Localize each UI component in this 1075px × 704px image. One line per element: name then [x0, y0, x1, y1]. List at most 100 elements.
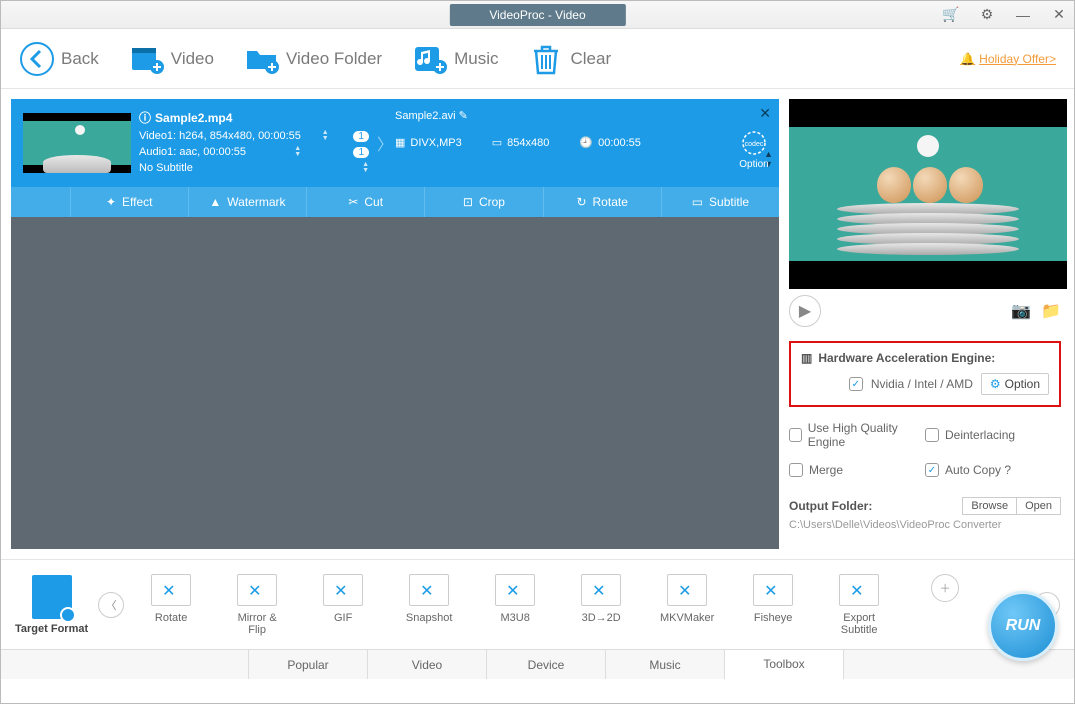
format-item-fisheye[interactable]: ✕Fisheye	[744, 574, 802, 636]
rotate-button[interactable]: ↻Rotate	[544, 187, 662, 217]
effect-button[interactable]: ✦Effect	[71, 187, 189, 217]
source-video-line: Video1: h264, 854x480, 00:00:55	[139, 130, 301, 142]
merge-checkbox[interactable]	[789, 463, 803, 477]
folder-icon	[244, 41, 280, 77]
subtitle-button[interactable]: ▭Subtitle	[662, 187, 779, 217]
subtitle-track-stepper[interactable]: ▲▼	[362, 162, 369, 174]
format-item-export-subtitle[interactable]: ✕Export Subtitle	[830, 574, 888, 636]
clip-actions-row: ✦Effect ▲Watermark ✂Cut ⊡Crop ↻Rotate ▭S…	[11, 187, 779, 217]
open-button[interactable]: Open	[1017, 497, 1061, 515]
output-path: C:\Users\Delle\Videos\VideoProc Converte…	[789, 519, 1061, 531]
holiday-offer-link[interactable]: 🔔 Holiday Offer>	[960, 52, 1056, 66]
clip-dest-info: Sample2.avi ✎ ▦ DIVX,MP3 ▭ 854x480 🕘 00:…	[395, 99, 729, 187]
chip-icon: ▥	[801, 351, 812, 365]
tab-music[interactable]: Music	[605, 650, 725, 679]
dest-codec: DIVX,MP3	[410, 137, 461, 149]
cut-button[interactable]: ✂Cut	[307, 187, 425, 217]
autocopy-checkbox[interactable]	[925, 463, 939, 477]
target-format-icon	[32, 575, 72, 619]
clear-button[interactable]: Clear	[528, 41, 611, 77]
preview-pane	[789, 99, 1067, 289]
output-folder-section: Output Folder: Browse Open C:\Users\Dell…	[789, 497, 1061, 531]
source-filename: Sample2.mp4	[155, 111, 232, 125]
add-music-button[interactable]: Music	[412, 41, 498, 77]
format-item-m3u8[interactable]: ✕M3U8	[486, 574, 544, 636]
audio-track-stepper[interactable]: ▲▼	[294, 146, 301, 158]
clear-label: Clear	[570, 49, 611, 69]
hardware-accel-box: ▥ Hardware Acceleration Engine: Nvidia / …	[789, 341, 1061, 407]
gear-icon: ⚙	[990, 377, 1001, 391]
tab-video[interactable]: Video	[367, 650, 487, 679]
clip-item[interactable]: ✕ ▲ ▼ ⓘ Sample2.mp4 Video1: h264, 854x48…	[11, 99, 779, 217]
scroll-left-button[interactable]: 〈	[98, 592, 124, 618]
format-item-3d-2d[interactable]: ✕3D→2D	[572, 574, 630, 636]
format-category-tabs: PopularVideoDeviceMusicToolbox	[1, 649, 1074, 679]
merge-label: Merge	[809, 463, 843, 477]
svg-text:codec: codec	[745, 141, 764, 148]
scissors-icon: ✂	[348, 195, 358, 209]
watermark-button[interactable]: ▲Watermark	[189, 187, 307, 217]
format-item-rotate[interactable]: ✕Rotate	[142, 574, 200, 636]
deinterlace-checkbox[interactable]	[925, 428, 939, 442]
video-track-stepper[interactable]: ▲▼	[322, 130, 329, 142]
hw-option-button[interactable]: ⚙Option	[981, 373, 1049, 395]
tab-toolbox[interactable]: Toolbox	[724, 650, 844, 680]
browse-button[interactable]: Browse	[962, 497, 1017, 515]
add-video-button[interactable]: Video	[129, 41, 214, 77]
format-item-mkvmaker[interactable]: ✕MKVMaker	[658, 574, 716, 636]
video-label: Video	[171, 49, 214, 69]
right-panel: ▶ 📷 📁 ▥ Hardware Acceleration Engine: Nvi…	[779, 89, 1069, 559]
dest-duration: 00:00:55	[598, 137, 641, 149]
minimize-button[interactable]: —	[1014, 6, 1032, 24]
video-folder-label: Video Folder	[286, 49, 382, 69]
format-item-snapshot[interactable]: ✕Snapshot	[400, 574, 458, 636]
clip-option-label: Option	[739, 159, 768, 170]
format-item-gif[interactable]: ✕GIF	[314, 574, 372, 636]
encode-options: Use High Quality Engine Deinterlacing Me…	[789, 421, 1061, 477]
rename-icon[interactable]: ✎	[459, 110, 468, 122]
window-title: VideoProc - Video	[449, 4, 625, 26]
arrow-icon: 〉	[375, 99, 395, 187]
back-button[interactable]: Back	[19, 41, 99, 77]
cc-icon: ▭	[692, 195, 703, 209]
target-format-button[interactable]: Target Format	[15, 575, 88, 635]
save-folder-icon[interactable]: 📁	[1041, 301, 1061, 321]
wand-icon: ✦	[106, 195, 116, 209]
video-track-badge: 1	[353, 131, 369, 142]
stamp-icon: ▲	[209, 195, 221, 209]
bell-icon: 🔔	[960, 52, 975, 66]
hw-title: Hardware Acceleration Engine:	[818, 351, 995, 365]
crop-button[interactable]: ⊡Crop	[425, 187, 543, 217]
rotate-icon: ↻	[576, 195, 586, 209]
main-toolbar: Back Video Video Folder Music Clear 🔔 Ho…	[1, 29, 1074, 89]
format-items-row: ✕Rotate ✕Mirror & Flip ✕GIF ✕Snapshot ✕M3U8 ✕…	[134, 574, 1024, 636]
back-arrow-icon	[19, 41, 55, 77]
holiday-offer-label: Holiday Offer>	[979, 52, 1056, 66]
target-format-label: Target Format	[15, 623, 88, 635]
play-button[interactable]: ▶	[789, 295, 821, 327]
format-strip: Target Format 〈 ✕Rotate ✕Mirror & Flip ✕GI…	[1, 559, 1074, 649]
music-label: Music	[454, 49, 498, 69]
snapshot-icon[interactable]: 📷	[1011, 301, 1031, 321]
codec-gear-icon: codec	[741, 130, 767, 156]
back-label: Back	[61, 49, 99, 69]
resolution-icon: ▭	[492, 136, 502, 149]
add-format-button[interactable]: ＋	[916, 574, 974, 636]
run-button[interactable]: RUN	[988, 591, 1058, 661]
autocopy-label: Auto Copy ?	[945, 463, 1011, 477]
info-icon: ⓘ	[139, 109, 151, 126]
tab-device[interactable]: Device	[486, 650, 606, 679]
hq-checkbox[interactable]	[789, 428, 802, 442]
gpu-checkbox[interactable]	[849, 377, 863, 391]
cart-icon[interactable]: 🛒	[942, 6, 960, 24]
tab-popular[interactable]: Popular	[248, 650, 368, 679]
clip-source-info: ⓘ Sample2.mp4 Video1: h264, 854x480, 00:…	[139, 99, 375, 187]
gpu-label: Nvidia / Intel / AMD	[871, 377, 973, 391]
add-video-folder-button[interactable]: Video Folder	[244, 41, 382, 77]
settings-icon[interactable]: ⚙	[978, 6, 996, 24]
clip-option-button[interactable]: codec Option	[729, 99, 779, 187]
dest-resolution: 854x480	[507, 137, 549, 149]
format-item-mirror-flip[interactable]: ✕Mirror & Flip	[228, 574, 286, 636]
close-button[interactable]: ✕	[1050, 6, 1068, 24]
hq-label: Use High Quality Engine	[808, 421, 925, 449]
